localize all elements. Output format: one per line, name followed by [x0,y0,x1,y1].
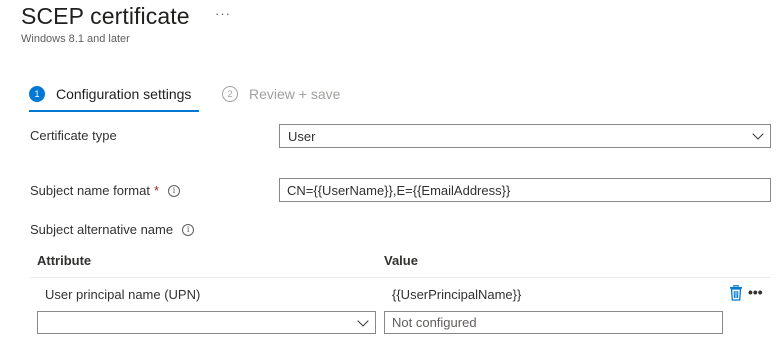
step-configuration-settings[interactable]: 1 Configuration settings [29,86,191,102]
active-step-indicator [29,110,199,112]
step-number-icon: 2 [222,86,238,102]
label-text: Subject alternative name [30,222,174,237]
step-label: Review + save [249,86,341,102]
column-header-attribute: Attribute [37,253,92,268]
page-subtitle: Windows 8.1 and later [21,33,130,45]
info-icon[interactable]: i [182,223,195,236]
info-icon[interactable]: i [168,184,181,197]
row-more-icon[interactable]: ••• [748,284,763,300]
subject-name-format-input[interactable]: CN={{UserName}},E={{EmailAddress}} [279,178,771,202]
subject-name-format-label: Subject name format * i [30,183,181,198]
trash-icon[interactable] [729,285,743,301]
dropdown-value: User [288,128,316,144]
new-attribute-dropdown[interactable] [37,311,376,334]
label-text: Subject name format [30,183,150,198]
step-review-save[interactable]: 2 Review + save [222,86,340,102]
subject-alternative-name-label: Subject alternative name i [30,222,195,237]
input-placeholder: Not configured [392,315,477,330]
new-value-input[interactable]: Not configured [384,311,723,334]
column-header-value: Value [384,253,418,268]
table-header-divider [30,277,771,278]
step-number-icon: 1 [29,86,45,102]
table-cell-value: {{UserPrincipalName}} [392,287,522,302]
certificate-type-label: Certificate type [30,128,117,143]
label-text: Certificate type [30,128,117,143]
certificate-type-dropdown[interactable]: User [279,124,771,148]
chevron-down-icon [357,314,369,327]
chevron-down-icon [752,128,764,140]
required-indicator: * [153,183,160,198]
more-options-icon[interactable]: ··· [215,6,231,21]
page-title: SCEP certificate [21,3,190,29]
step-label: Configuration settings [56,86,192,102]
table-cell-attribute: User principal name (UPN) [45,287,201,302]
input-value: CN={{UserName}},E={{EmailAddress}} [287,182,511,198]
